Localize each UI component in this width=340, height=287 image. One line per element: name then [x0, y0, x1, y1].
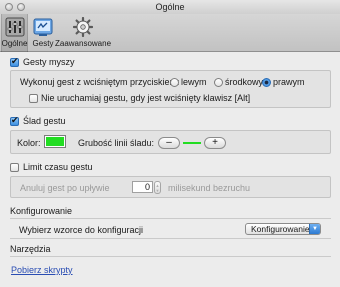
tab-gestures-label: Gesty	[32, 39, 54, 48]
timeout-value-field[interactable]: 0	[132, 181, 153, 193]
tools-heading: Narzędzia	[10, 244, 51, 254]
trail-width-decrease-button[interactable]: –	[158, 137, 180, 149]
configuration-heading: Konfigurowanie	[10, 206, 73, 216]
popup-chevron-down-icon: ▼	[309, 224, 320, 234]
preferences-content: Gesty myszy Wykonuj gest z wciśniętym pr…	[0, 53, 340, 287]
tools-separator	[10, 256, 331, 257]
configuration-row-label: Wybierz wzorce do konfiguracji	[19, 225, 143, 235]
general-prefs-icon	[5, 17, 24, 37]
gesture-trail-group: Kolor: Grubość linii śladu: – +	[10, 130, 331, 154]
tab-advanced[interactable]: Zaawansowane	[54, 14, 112, 52]
gesture-button-prompt: Wykonuj gest z wciśniętym przyciskiem:	[20, 77, 180, 87]
window-title: Ogólne	[155, 2, 185, 12]
mouse-gestures-label: Gesty myszy	[23, 57, 75, 67]
mouse-gestures-group: Wykonuj gest z wciśniętym przyciskiem: l…	[10, 70, 331, 108]
configuration-popup-button[interactable]: Konfigurowanie ▼	[245, 223, 321, 235]
download-scripts-link[interactable]: Pobierz skrypty	[11, 265, 73, 275]
trail-width-increase-button[interactable]: +	[204, 137, 226, 149]
timeout-cancel-label: Anuluj gest po upływie	[20, 183, 110, 193]
timeout-unit-label: milisekund bezruchu	[168, 183, 251, 193]
mouse-gestures-checkbox[interactable]	[10, 56, 19, 67]
title-bar: Ogólne	[0, 0, 340, 14]
configuration-separator	[10, 218, 331, 219]
gesture-trail-checkbox[interactable]	[10, 115, 19, 126]
trail-color-swatch[interactable]	[44, 135, 66, 148]
trail-width-label: Grubość linii śladu:	[78, 138, 155, 148]
trail-color-fill	[46, 137, 64, 146]
configuration-popup-value: Konfigurowanie	[251, 224, 310, 234]
gesture-trail-label: Ślad gestu	[23, 116, 66, 126]
preferences-window: Ogólne Ogólne Gesty Zaawansowane ✔ Gesty…	[0, 0, 340, 287]
preferences-toolbar: Ogólne Gesty Zaawansowane	[0, 14, 340, 52]
timeout-stepper[interactable]: ▲ ▼	[154, 181, 161, 194]
radio-left-label: lewym	[181, 77, 207, 87]
radio-right-label: prawym	[273, 77, 305, 87]
gestures-icon	[33, 18, 53, 36]
trail-color-label: Kolor:	[17, 138, 41, 148]
radio-left-button[interactable]	[170, 78, 179, 87]
ignore-alt-checkbox[interactable]	[29, 94, 38, 103]
tab-advanced-label: Zaawansowane	[54, 39, 112, 48]
radio-middle-button[interactable]	[214, 78, 223, 87]
stepper-down-icon[interactable]: ▼	[155, 188, 160, 193]
ignore-alt-label: Nie uruchamiaj gestu, gdy jest wciśnięty…	[41, 93, 251, 103]
radio-right-button[interactable]	[262, 78, 271, 87]
gesture-timeout-checkbox[interactable]	[10, 163, 19, 172]
tab-general-label: Ogólne	[1, 39, 28, 48]
trail-width-preview	[183, 142, 201, 144]
tab-general[interactable]: Ogólne	[1, 14, 28, 52]
gesture-timeout-group: Anuluj gest po upływie 0 ▲ ▼ milisekund …	[10, 176, 331, 198]
tab-gestures[interactable]: Gesty	[30, 14, 56, 52]
gesture-timeout-label: Limit czasu gestu	[23, 162, 93, 172]
gear-icon	[73, 17, 93, 37]
configuration-bottom-separator	[10, 238, 331, 239]
